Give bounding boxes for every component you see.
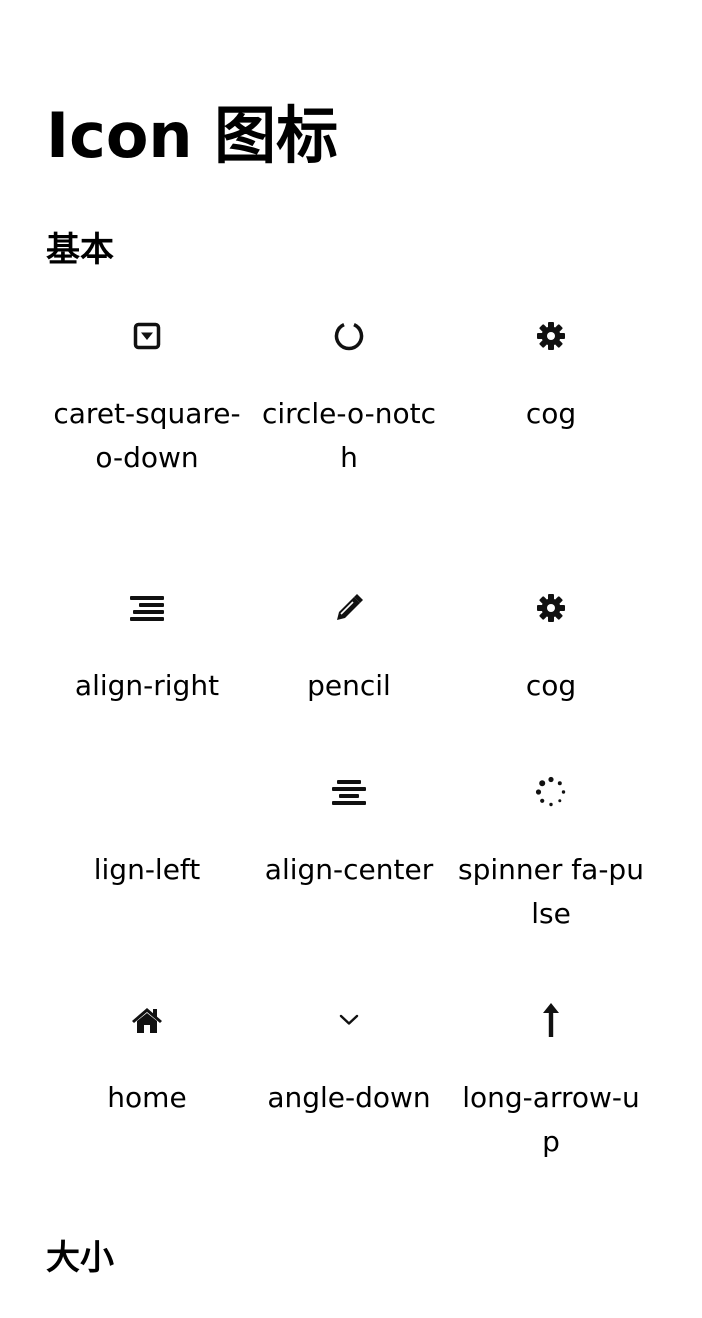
icon-label: long-arrow-up bbox=[462, 1081, 640, 1158]
icon-cell: angle-down bbox=[248, 984, 450, 1212]
section-title-basic: 基本 bbox=[46, 230, 114, 270]
icon-label: lign-left bbox=[93, 853, 201, 886]
section-title-size: 大小 bbox=[46, 1238, 114, 1278]
icon-cell: align-center bbox=[248, 756, 450, 984]
icon-cell: caret-square-o-down bbox=[46, 300, 248, 572]
icon-label: pencil bbox=[307, 669, 391, 702]
align-right-icon bbox=[130, 596, 164, 621]
icon-label: cog bbox=[525, 397, 577, 430]
icon-cell: home bbox=[46, 984, 248, 1212]
icon-label: caret-square-o-down bbox=[53, 397, 241, 474]
icon-label: circle-o-notch bbox=[261, 397, 437, 474]
caret-square-o-down-icon bbox=[133, 322, 161, 350]
icon-label: align-right bbox=[74, 669, 220, 702]
icon-cell: align-right bbox=[46, 572, 248, 756]
icon-label: spinner fa-pulse bbox=[458, 853, 644, 930]
icon-demo-page: Icon 图标 基本 caret-square-o-down circle-o-… bbox=[0, 0, 702, 1318]
align-center-icon bbox=[332, 780, 366, 805]
icon-cell: cog bbox=[450, 300, 652, 572]
icon-grid: caret-square-o-down circle-o-notch cog a… bbox=[46, 300, 654, 1212]
align-left-icon bbox=[132, 778, 162, 806]
icon-label: home bbox=[107, 1081, 187, 1114]
icon-cell: lign-left bbox=[46, 756, 248, 984]
home-icon bbox=[132, 1008, 162, 1033]
page-title: Icon 图标 bbox=[46, 99, 339, 172]
icon-label: angle-down bbox=[267, 1081, 431, 1114]
pencil-icon bbox=[337, 594, 363, 620]
long-arrow-up-icon bbox=[543, 1003, 559, 1037]
cog-icon bbox=[537, 322, 565, 350]
angle-down-icon bbox=[339, 1014, 359, 1025]
spinner-icon bbox=[535, 776, 566, 807]
circle-o-notch-icon bbox=[334, 322, 364, 351]
icon-label: align-center bbox=[264, 853, 434, 886]
icon-cell: spinner fa-pulse bbox=[450, 756, 652, 984]
icon-cell: pencil bbox=[248, 572, 450, 756]
icon-label: cog bbox=[525, 669, 577, 702]
cog-icon bbox=[537, 594, 565, 622]
icon-cell: circle-o-notch bbox=[248, 300, 450, 572]
icon-cell: long-arrow-up bbox=[450, 984, 652, 1212]
icon-cell: cog bbox=[450, 572, 652, 756]
